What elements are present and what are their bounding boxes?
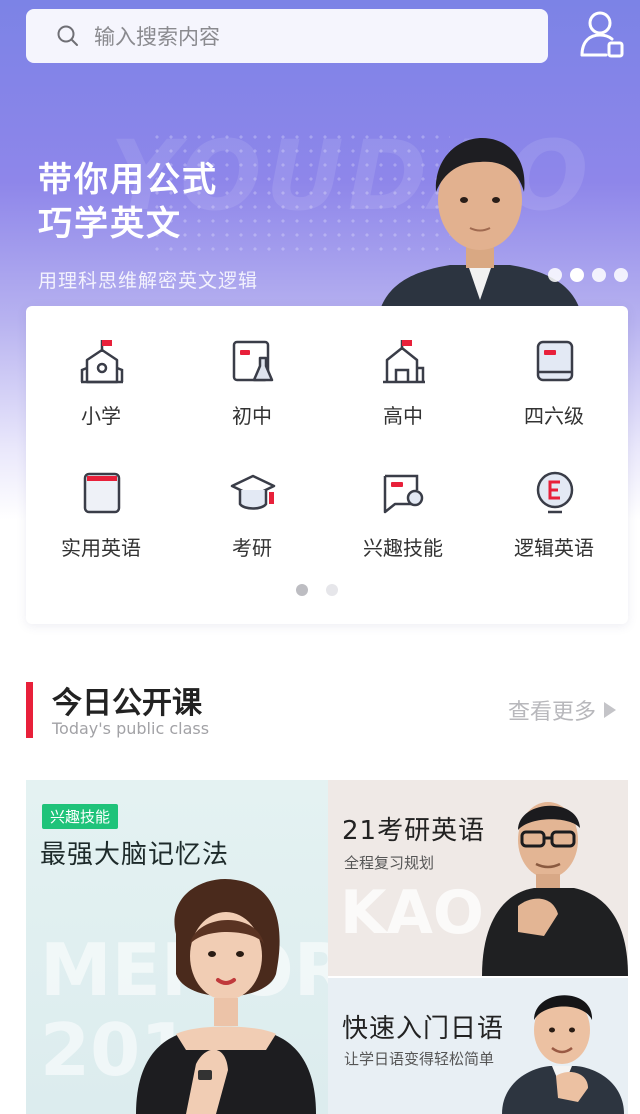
category-label: 逻辑英语 [514,536,594,560]
triangle-right-icon [604,702,617,718]
course-title: 21考研英语 [342,816,486,846]
search-input[interactable]: 输入搜索内容 [26,9,548,63]
banner-dot[interactable] [548,268,562,282]
category-postgraduate[interactable]: 考研 [177,470,327,570]
category-label: 小学 [81,404,121,428]
course-teacher-image [136,878,316,1114]
banner-title-line1: 带你用公式 [38,160,218,200]
graduation-cap-icon [230,474,276,510]
category-page-dot-active[interactable] [296,584,308,596]
course-card-japanese[interactable]: 快速入门日语 让学日语变得轻松简单 [328,978,628,1114]
course-subtitle: 让学日语变得轻松简单 [344,1050,495,1068]
course-card-postgrad-english[interactable]: KAO 21考研英语 全程复习规划 [328,780,628,976]
category-logic-english[interactable]: 逻辑英语 [479,470,629,570]
banner-dot-active[interactable] [570,268,584,282]
category-page-dot[interactable] [326,584,338,596]
category-label: 实用英语 [61,536,141,560]
school-icon [80,340,124,384]
chat-flag-icon [383,474,424,514]
category-hobby-skills[interactable]: 兴趣技能 [328,470,478,570]
category-primary-school[interactable]: 小学 [26,338,176,438]
category-senior-high[interactable]: 高中 [328,338,478,438]
view-more-label: 查看更多 [508,700,597,725]
course-title: 快速入门日语 [342,1014,505,1044]
category-practical-english[interactable]: 实用英语 [26,470,176,570]
course-card-memory[interactable]: MEMOR 201 兴趣技能 最强大脑记忆法 [26,780,328,1114]
category-cet[interactable]: 四六级 [479,338,629,438]
science-board-icon [232,340,274,382]
banner-dot[interactable] [614,268,628,282]
section-title: 今日公开课 [52,686,202,721]
search-icon [57,25,78,46]
category-junior-high[interactable]: 初中 [177,338,327,438]
category-label: 四六级 [524,404,584,428]
building-icon [383,340,425,384]
course-teacher-image [502,995,624,1114]
category-pagination[interactable] [296,584,338,596]
banner-pagination[interactable] [548,268,628,282]
course-tag: 兴趣技能 [42,804,119,829]
banner-title: 带你用公式 巧学英文 [38,158,218,246]
banner-dot[interactable] [592,268,606,282]
category-label: 考研 [232,536,272,560]
letter-e-icon [536,471,574,514]
user-profile-icon[interactable] [578,9,626,61]
notebook-icon [83,472,121,514]
view-more-link[interactable]: 查看更多 [508,694,617,726]
section-subtitle: Today's public class [52,719,210,738]
book-icon [536,340,574,382]
banner-title-line2: 巧学英文 [38,204,182,244]
course-subtitle: 全程复习规划 [344,854,435,872]
course-bg-watermark: KAO [340,878,484,948]
course-title: 最强大脑记忆法 [40,840,230,870]
banner-subtitle: 用理科思维解密英文逻辑 [38,270,259,292]
category-label: 兴趣技能 [363,536,443,560]
banner-teacher-image [380,138,580,310]
section-accent-bar [26,682,33,738]
category-grid: 小学 初中 高中 四六级 实用英语 考研 兴趣技能 逻辑英语 [26,306,628,624]
category-label: 高中 [383,404,423,428]
category-label: 初中 [232,404,272,428]
course-teacher-image [482,802,628,976]
search-placeholder: 输入搜索内容 [94,25,220,49]
